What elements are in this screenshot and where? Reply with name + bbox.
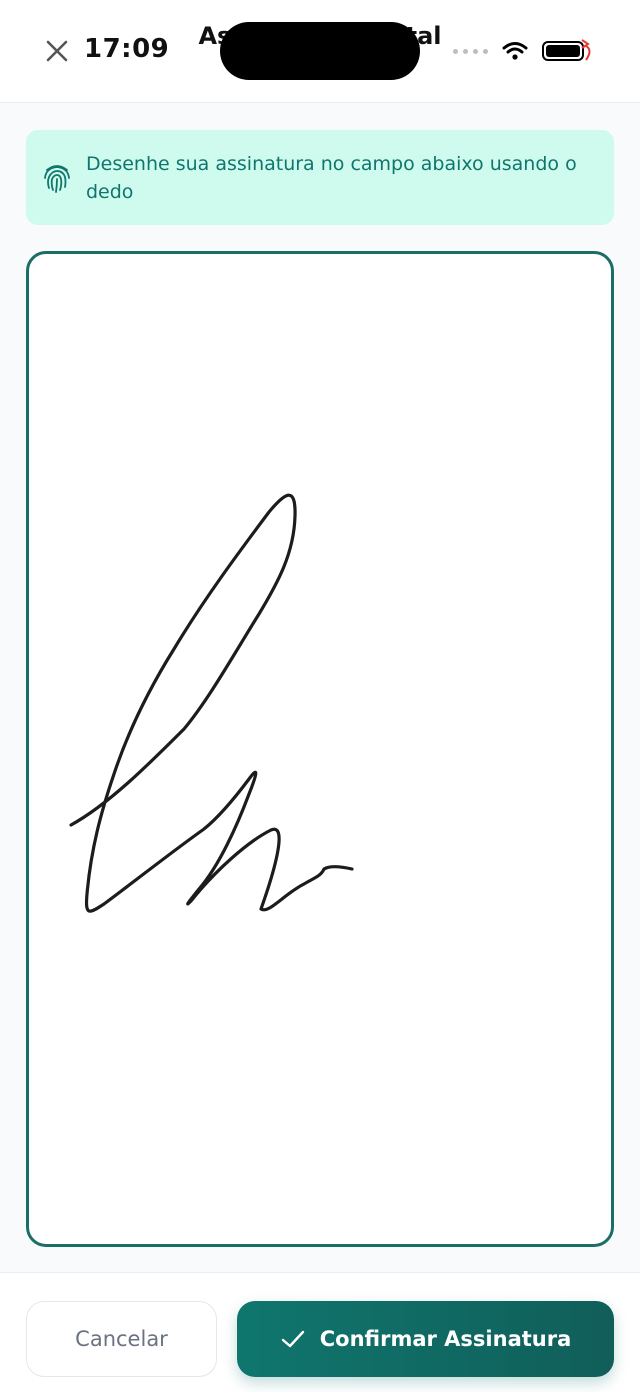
bottom-actions: Cancelar Confirmar Assinatura <box>0 1272 640 1392</box>
check-icon <box>281 1330 304 1348</box>
cancel-label: Cancelar <box>75 1327 168 1351</box>
battery-icon <box>542 39 591 61</box>
instruction-text: Desenhe sua assinatura no campo abaixo u… <box>86 153 577 203</box>
confirm-label: Confirmar Assinatura <box>319 1327 572 1351</box>
wifi-icon <box>502 42 528 60</box>
fingerprint-icon <box>44 165 70 193</box>
status-icons <box>453 38 596 64</box>
dynamic-island <box>220 22 420 80</box>
signature-pad[interactable] <box>26 251 614 1247</box>
signal-dots <box>453 48 488 54</box>
instruction-banner: Desenhe sua assinatura no campo abaixo u… <box>26 130 614 225</box>
confirm-signature-button[interactable]: Confirmar Assinatura <box>237 1301 614 1377</box>
cancel-button[interactable]: Cancelar <box>26 1301 217 1377</box>
signature-stroke <box>69 493 354 913</box>
top-bar: 17:09 Assinatura Digital <box>0 0 640 103</box>
